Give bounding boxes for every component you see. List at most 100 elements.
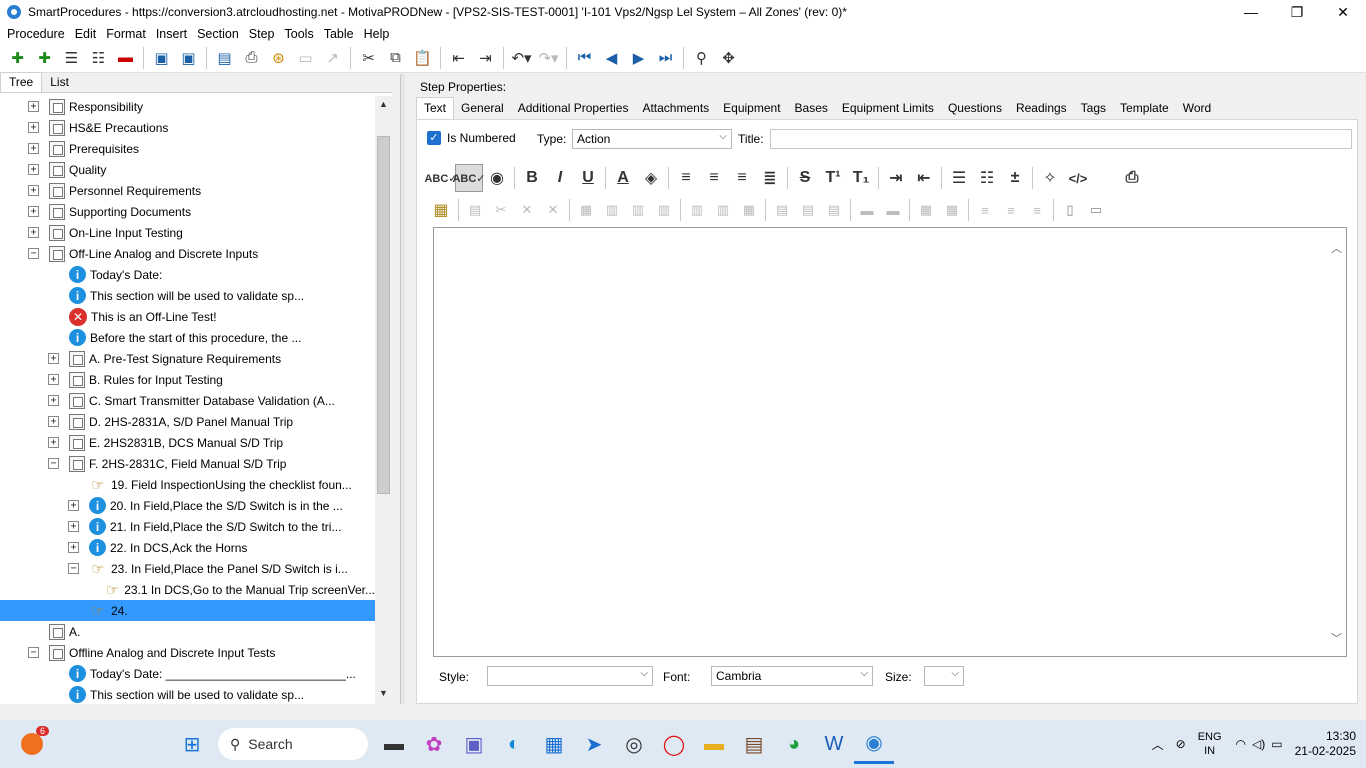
tree-item[interactable]: + A. Pre-Test Signature Requirements	[0, 348, 375, 369]
expand-icon[interactable]: +	[68, 500, 79, 511]
auto-spell-check-icon[interactable]: ABC✓	[452, 164, 486, 192]
insert-line-icon[interactable]: ±	[1001, 164, 1029, 192]
language-indicator[interactable]: ENG IN	[1198, 730, 1222, 758]
delete-col-icon[interactable]: ✕	[540, 196, 566, 224]
arrow-app-icon[interactable]: ➤	[574, 724, 614, 764]
teams-icon[interactable]: ▣	[454, 724, 494, 764]
menu-format[interactable]: Format	[101, 27, 151, 41]
type-select[interactable]: Action ⌵	[572, 129, 732, 149]
tree-item[interactable]: + On-Line Input Testing	[0, 222, 375, 243]
scroll-thumb[interactable]	[377, 136, 390, 494]
delete-row-icon[interactable]: ✕	[514, 196, 540, 224]
tree-item[interactable]: + i 22. In DCS,Ack the Horns	[0, 537, 375, 558]
tree-item[interactable]: + i 20. In Field,Place the S/D Switch is i…	[0, 495, 375, 516]
tree-item[interactable]: + HS&E Precautions	[0, 117, 375, 138]
align-center-icon[interactable]: ≡	[700, 164, 728, 192]
tree-item[interactable]: + C. Smart Transmitter Database Validatio…	[0, 390, 375, 411]
taskbar-search[interactable]: ⚲ Search	[218, 728, 368, 760]
edit-row-icon[interactable]: ▥	[599, 196, 625, 224]
cut-cell-icon[interactable]: ✂	[488, 196, 514, 224]
menu-step[interactable]: Step	[244, 27, 280, 41]
edge-icon[interactable]: ◐	[494, 724, 534, 764]
start-icon[interactable]: ⊞	[172, 724, 212, 764]
collapse-icon[interactable]: −	[48, 458, 59, 469]
tree-item[interactable]: ✕ This is an Off-Line Test!	[0, 306, 375, 327]
tree-item[interactable]: ☞ 19. Field InspectionUsing the checklist…	[0, 474, 375, 495]
tab-tags[interactable]: Tags	[1074, 98, 1113, 119]
merge-cols-icon[interactable]: ▬	[880, 196, 906, 224]
restore-button[interactable]: ❐	[1274, 0, 1320, 24]
tree-item[interactable]: i Before the start of this procedure, the…	[0, 327, 375, 348]
tab-tree[interactable]: Tree	[0, 72, 43, 92]
collapse-icon[interactable]: −	[68, 563, 79, 574]
insert-col-left-icon[interactable]: ▥	[684, 196, 710, 224]
wifi-icon[interactable]: ◠	[1236, 737, 1246, 751]
bold-icon[interactable]: B	[518, 164, 546, 192]
panel-splitter[interactable]	[400, 74, 405, 704]
expand-icon[interactable]: +	[48, 395, 59, 406]
font-color-icon[interactable]: A	[609, 164, 637, 192]
tree-item[interactable]: + Prerequisites	[0, 138, 375, 159]
tab-template[interactable]: Template	[1113, 98, 1176, 119]
tree-item[interactable]: + i 21. In Field,Place the S/D Switch to t…	[0, 516, 375, 537]
tab-additional-properties[interactable]: Additional Properties	[511, 98, 636, 119]
menu-procedure[interactable]: Procedure	[2, 27, 70, 41]
align-cell-right-icon[interactable]: ≡	[1024, 196, 1050, 224]
tree-item[interactable]: + Quality	[0, 159, 375, 180]
store-icon[interactable]: ▦	[534, 724, 574, 764]
menu-section[interactable]: Section	[192, 27, 244, 41]
previous-icon[interactable]: ◀	[598, 46, 625, 70]
tab-questions[interactable]: Questions	[941, 98, 1009, 119]
last-icon[interactable]: ⏭	[652, 46, 679, 70]
expand-icon[interactable]: +	[28, 227, 39, 238]
table-prop-icon[interactable]: ▤	[462, 196, 488, 224]
form-icon[interactable]: ▭	[292, 46, 319, 70]
chrome-icon[interactable]: ◕	[774, 724, 814, 764]
widgets-icon[interactable]: 6	[12, 724, 52, 764]
expand-icon[interactable]: +	[28, 185, 39, 196]
save-icon[interactable]: ▣	[175, 46, 202, 70]
tree-item[interactable]: i This section will be used to validate s…	[0, 684, 375, 704]
tree-item[interactable]: i Today's Date:	[0, 264, 375, 285]
tree-item[interactable]: − Off-Line Analog and Discrete Inputs	[0, 243, 375, 264]
insert-table-icon[interactable]: ▦	[427, 196, 455, 224]
align-cell-left-icon[interactable]: ≡	[972, 196, 998, 224]
style-select[interactable]: ⌵	[487, 666, 653, 686]
indent-right-icon[interactable]: ⇥	[882, 164, 910, 192]
expand-icon[interactable]: +	[48, 437, 59, 448]
tab-attachments[interactable]: Attachments	[635, 98, 716, 119]
align-cell-center-icon[interactable]: ≡	[998, 196, 1024, 224]
insert-row-above-icon[interactable]: ▤	[769, 196, 795, 224]
close-button[interactable]: ✕	[1320, 0, 1366, 24]
split-cols-icon[interactable]: ▦	[939, 196, 965, 224]
add-step-icon[interactable]: ✚	[4, 46, 31, 70]
spell-check-icon[interactable]: ABC✓	[424, 164, 457, 192]
tree-item[interactable]: + D. 2HS-2831A, S/D Panel Manual Trip	[0, 411, 375, 432]
tab-equipment-limits[interactable]: Equipment Limits	[835, 98, 941, 119]
battery-icon[interactable]: ▭	[1271, 737, 1282, 751]
tab-general[interactable]: General	[454, 98, 511, 119]
tree-item[interactable]: + Supporting Documents	[0, 201, 375, 222]
paste-icon[interactable]: 📋	[409, 46, 436, 70]
cut-icon[interactable]: ✂	[355, 46, 382, 70]
tree-item[interactable]: i Today's Date: _________________________…	[0, 663, 375, 684]
title-input[interactable]	[770, 129, 1352, 149]
redo-icon[interactable]: ↷▾	[535, 46, 562, 70]
expand-icon[interactable]: +	[28, 143, 39, 154]
tree-item[interactable]: + Personnel Requirements	[0, 180, 375, 201]
superscript-icon[interactable]: T¹	[819, 164, 847, 192]
tree-item[interactable]: − F. 2HS-2831C, Field Manual S/D Trip	[0, 453, 375, 474]
scroll-up-icon[interactable]: ▲	[379, 99, 388, 109]
first-icon[interactable]: ⏮	[571, 46, 598, 70]
tab-text[interactable]: Text	[416, 97, 455, 119]
menu-insert[interactable]: Insert	[151, 27, 192, 41]
expand-icon[interactable]: +	[28, 101, 39, 112]
tree-item[interactable]: + E. 2HS2831B, DCS Manual S/D Trip	[0, 432, 375, 453]
tree-item[interactable]: − Offline Analog and Discrete Input Tests	[0, 642, 375, 663]
tab-list[interactable]: List	[42, 73, 77, 92]
printer-icon[interactable]: ⎙	[1118, 164, 1146, 192]
indent-list-icon[interactable]: ☰	[58, 46, 85, 70]
add-substep-icon[interactable]: ✚	[31, 46, 58, 70]
outline-icon[interactable]: ☷	[85, 46, 112, 70]
export-icon[interactable]: ▤	[211, 46, 238, 70]
